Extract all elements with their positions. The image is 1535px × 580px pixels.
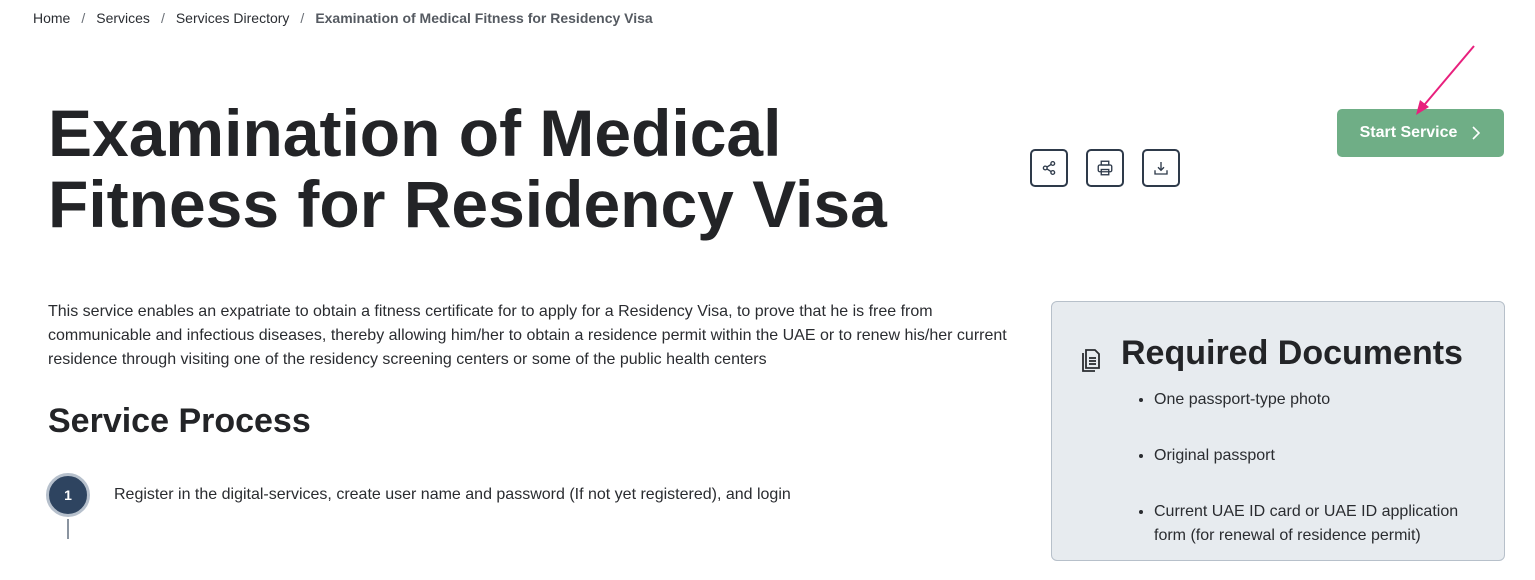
breadcrumb-separator: / [300, 10, 305, 26]
document-item: Current UAE ID card or UAE ID applicatio… [1154, 500, 1484, 548]
chevron-right-icon [1472, 126, 1481, 140]
service-description: This service enables an expatriate to ob… [48, 303, 1007, 368]
step-text: Register in the digital-services, create… [114, 486, 791, 503]
step-number-badge: 1 [46, 473, 90, 517]
breadcrumb-current: Examination of Medical Fitness for Resid… [315, 10, 653, 26]
annotation-arrow-icon [1416, 45, 1475, 115]
breadcrumb-separator: / [160, 10, 165, 26]
required-documents-list: One passport-type photo Original passpor… [1132, 388, 1484, 580]
breadcrumb-separator: / [81, 10, 86, 26]
document-item: One passport-type photo [1154, 388, 1484, 412]
documents-icon [1082, 349, 1100, 372]
service-process-title: Service Process [48, 402, 311, 440]
print-button[interactable] [1086, 149, 1124, 187]
download-button[interactable] [1142, 149, 1180, 187]
download-icon [1154, 162, 1168, 175]
start-service-label: Start Service [1359, 124, 1458, 141]
breadcrumb: Home / Services / Services Directory / E… [33, 10, 653, 26]
required-documents-title: Required Documents [1121, 334, 1463, 372]
breadcrumb-services[interactable]: Services [96, 10, 150, 26]
share-button[interactable] [1030, 149, 1068, 187]
page-title: Examination of Medical Fitness for Resid… [48, 96, 887, 241]
breadcrumb-home[interactable]: Home [33, 10, 70, 26]
print-icon [1097, 160, 1113, 176]
step-connector [67, 519, 69, 539]
breadcrumb-services-directory[interactable]: Services Directory [176, 10, 290, 26]
process-step: 1 Register in the digital-services, crea… [46, 473, 791, 517]
document-item: Original passport [1154, 444, 1484, 468]
required-documents-panel: Required Documents One passport-type pho… [1051, 301, 1505, 561]
share-icon [1042, 160, 1056, 176]
